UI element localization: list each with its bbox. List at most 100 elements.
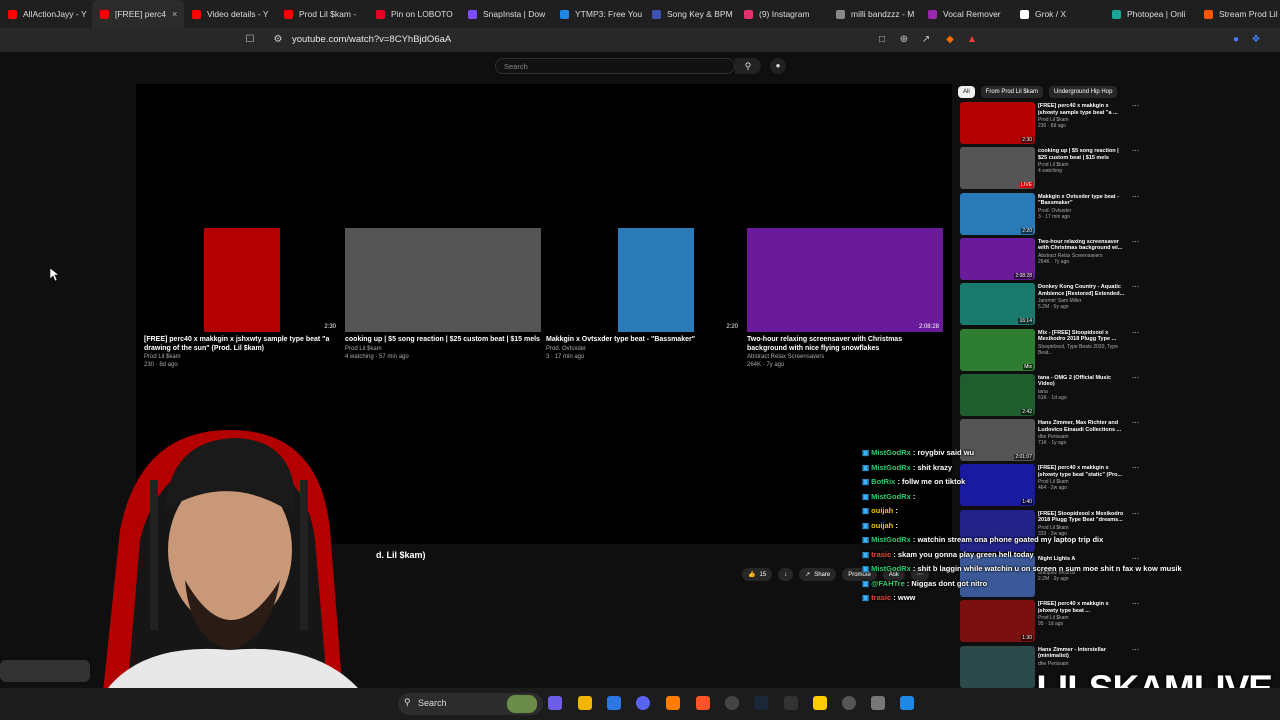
tab-label: milli bandzzz - M xyxy=(851,9,915,19)
end-card-thumbnail[interactable]: 2:20 xyxy=(546,224,742,332)
end-card[interactable]: cooking up | $5 song reaction | $25 cust… xyxy=(345,224,541,361)
discord-icon[interactable] xyxy=(636,696,650,710)
browser-tab[interactable]: milli bandzzz - M xyxy=(828,0,920,28)
more-options-icon[interactable]: ⋯ xyxy=(1132,102,1139,110)
copilot-icon[interactable] xyxy=(548,696,562,710)
recommended-video[interactable]: 16:14 Donkey Kong Country - Aquatic Ambie… xyxy=(960,283,1140,327)
cast-icon[interactable]: □ xyxy=(876,34,888,46)
close-icon[interactable]: × xyxy=(172,9,177,19)
end-card-thumbnail[interactable]: 2:30 xyxy=(144,224,340,332)
duration-badge: 16:14 xyxy=(1018,318,1033,325)
browser-tab[interactable]: Prod Lil $kam - xyxy=(276,0,368,28)
recommended-thumbnail[interactable] xyxy=(960,645,1035,688)
browser-tab[interactable]: [FREE] perc4 × xyxy=(92,0,184,28)
recommended-video[interactable]: 2:20 Makkgin x Ovtsxder type beat - "Bass… xyxy=(960,192,1140,237)
favicon-icon xyxy=(192,9,201,19)
end-card-thumbnail[interactable] xyxy=(345,224,541,332)
tab-label: Stream Prod Lil $ xyxy=(1219,9,1280,19)
browser-tab[interactable]: Vocal Remover xyxy=(920,0,1012,28)
app-icon-3[interactable] xyxy=(813,696,827,710)
favicon-icon xyxy=(652,9,661,19)
recommended-thumbnail[interactable]: Mix xyxy=(960,328,1035,371)
tab-label: Pin on LOBOTO xyxy=(391,9,453,19)
chat-username: MistGodRx xyxy=(871,491,911,501)
more-options-icon[interactable]: ⋯ xyxy=(1132,193,1139,201)
recommended-thumbnail[interactable]: LIVE xyxy=(960,147,1035,190)
obs-icon[interactable] xyxy=(725,696,739,710)
recommended-thumbnail[interactable]: 1:30 xyxy=(960,600,1035,643)
recommended-thumbnail[interactable]: 2:30 xyxy=(960,102,1035,144)
end-card[interactable]: 2:30 [FREE] perc40 x makkgin x jshxwty sa… xyxy=(144,224,340,369)
more-options-icon[interactable]: ⋯ xyxy=(1132,147,1139,155)
browser-tab[interactable]: SnapInsta | Dow xyxy=(460,0,552,28)
browser-tab[interactable]: Grok / X xyxy=(1012,0,1104,28)
recommended-thumbnail[interactable]: 2:20 xyxy=(960,192,1035,235)
recommended-video[interactable]: 1:30 [FREE] perc40 x makkgin x jshxwty ty… xyxy=(960,600,1140,644)
like-button[interactable]: 👍 15 xyxy=(742,568,773,581)
file-explorer-icon[interactable] xyxy=(578,696,592,710)
app-icon-2[interactable] xyxy=(784,696,798,710)
recommended-video[interactable]: LIVE cooking up | $5 song reaction | $25 … xyxy=(960,147,1140,191)
recommended-video[interactable]: 2:30 [FREE] perc40 x makkgin x jshxwty sa… xyxy=(960,102,1140,146)
browser-tab[interactable]: Song Key & BPM xyxy=(644,0,736,28)
app-icon-5[interactable] xyxy=(871,696,885,710)
filter-chip[interactable]: From Prod Lil $kam xyxy=(980,86,1044,98)
recommended-title: Donkey Kong Country - Aquatic Ambience [… xyxy=(1038,284,1125,297)
brave-browser-icon[interactable] xyxy=(696,696,710,710)
more-options-icon[interactable]: ⋯ xyxy=(1132,238,1139,246)
favicon-icon xyxy=(468,9,477,19)
more-options-icon[interactable]: ⋯ xyxy=(1132,646,1139,654)
end-card[interactable]: 2:08:28 Two-hour relaxing screensaver wit… xyxy=(747,224,943,369)
recommended-thumbnail[interactable]: 2:42 xyxy=(960,373,1035,416)
search-input[interactable]: Search xyxy=(495,58,735,74)
extension-icon-2[interactable]: ❖ xyxy=(1250,34,1262,46)
browser-tab[interactable]: (9) Instagram xyxy=(736,0,828,28)
filter-chip[interactable]: All xyxy=(958,86,975,98)
site-info-icon[interactable]: ⚙ xyxy=(272,34,284,46)
chat-username: MistGodRx xyxy=(871,462,911,472)
zoom-icon[interactable]: ⊕ xyxy=(898,34,910,46)
filter-chip[interactable]: Underground Hip Hop xyxy=(1049,86,1118,98)
app-icon-6[interactable] xyxy=(900,696,914,710)
browser-tab[interactable]: Pin on LOBOTO xyxy=(368,0,460,28)
recommended-meta: 3 · 17 min ago xyxy=(1038,213,1070,220)
rewards-icon[interactable]: ▲ xyxy=(966,34,978,46)
share-button[interactable]: ↗ Share xyxy=(799,568,837,581)
recommended-video[interactable]: 2:08:28 Two-hour relaxing screensaver wit… xyxy=(960,237,1140,282)
browser-tab[interactable]: AllActionJayy - Y xyxy=(0,0,92,28)
brave-shield-icon[interactable]: ◆ xyxy=(944,34,956,46)
tab-label: (9) Instagram xyxy=(759,9,810,19)
extension-icon[interactable]: ● xyxy=(1230,34,1242,46)
end-card[interactable]: 2:20 Makkgin x Ovtsxder type beat - "Bass… xyxy=(546,224,742,361)
app-icon[interactable] xyxy=(666,696,680,710)
browser-tab[interactable]: Photopea | Onli xyxy=(1104,0,1196,28)
webcam-overlay xyxy=(0,430,380,720)
share-page-icon[interactable]: ↗ xyxy=(920,34,932,46)
browser-tab[interactable]: Stream Prod Lil $ xyxy=(1196,0,1280,28)
recommended-title: [FREE] perc40 x makkgin x jshxwty sample… xyxy=(1038,103,1118,116)
recommended-thumbnail[interactable]: 2:08:28 xyxy=(960,237,1035,280)
recommended-meta: 61K · 1d ago xyxy=(1038,394,1067,401)
steam-icon[interactable] xyxy=(754,696,768,710)
url-field[interactable]: youtube.com/watch?v=8CYhBjdO6aA xyxy=(292,34,451,45)
recommended-video[interactable]: Mix Mix - [FREE] Stoopidxool x Mexikodro … xyxy=(960,328,1140,373)
browser-tab[interactable]: Video details - Y xyxy=(184,0,276,28)
taskbar-search[interactable]: ⚲ Search xyxy=(398,693,543,715)
bookmark-icon[interactable]: ☐ xyxy=(244,34,256,46)
tab-label: Photopea | Onli xyxy=(1127,9,1186,19)
recommended-thumbnail[interactable]: 16:14 xyxy=(960,283,1035,326)
microphone-icon[interactable]: ● xyxy=(770,58,786,74)
app-icon-4[interactable] xyxy=(842,696,856,710)
browser-tab[interactable]: YTMP3: Free You xyxy=(552,0,644,28)
search-icon[interactable]: ⚲ xyxy=(735,58,761,74)
more-options-icon[interactable]: ⋯ xyxy=(1132,374,1139,382)
recommended-video[interactable]: 2:42 tana - OMG 2 (Official Music Video) t… xyxy=(960,373,1140,418)
store-icon[interactable] xyxy=(607,696,621,710)
end-card-thumbnail[interactable]: 2:08:28 xyxy=(747,224,943,332)
more-options-icon[interactable]: ⋯ xyxy=(1132,419,1139,427)
dislike-button[interactable]: ↓ xyxy=(778,568,794,581)
more-options-icon[interactable]: ⋯ xyxy=(1132,329,1139,337)
chat-username: BotRix xyxy=(871,477,896,486)
more-options-icon[interactable]: ⋯ xyxy=(1132,283,1139,291)
duration-badge: 2:08:28 xyxy=(1014,272,1033,279)
